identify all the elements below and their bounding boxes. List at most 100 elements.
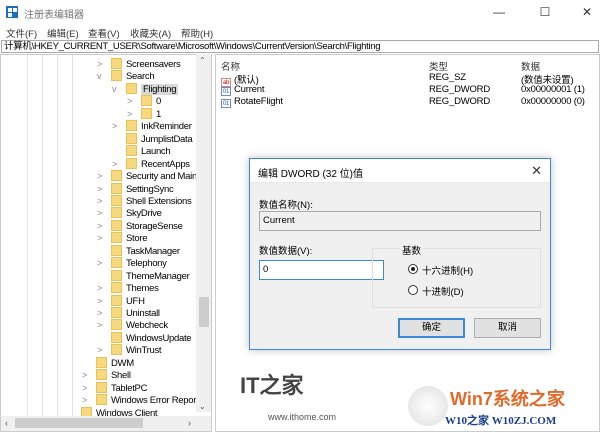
regedit-app-icon — [6, 6, 18, 18]
address-bar[interactable]: 计算机\HKEY_CURRENT_USER\Software\Microsoft… — [1, 40, 599, 53]
chevron-right-icon[interactable]: > — [97, 257, 102, 269]
tree-item[interactable]: > Security and Mainte — [97, 170, 205, 182]
folder-icon — [111, 257, 122, 269]
tree-item[interactable]: > Store — [97, 232, 148, 244]
chevron-right-icon[interactable]: > — [127, 95, 132, 107]
chevron-right-icon[interactable]: > — [127, 108, 132, 120]
tree-item[interactable]: > Uninstall — [97, 307, 160, 319]
column-header-data[interactable]: 数据 — [521, 59, 540, 73]
chevron-right-icon[interactable]: > — [97, 282, 102, 294]
minimize-button[interactable]: — — [484, 3, 514, 21]
value-name-label: 数值名称(N): — [259, 200, 313, 211]
tree-item-label: InkReminder — [141, 121, 192, 133]
tree-item[interactable]: > Webcheck — [97, 319, 168, 331]
chevron-right-icon[interactable]: > — [97, 319, 102, 331]
dec-label[interactable]: 十进制(D) — [422, 284, 464, 298]
tree-item[interactable]: Launch — [126, 145, 171, 157]
tree-item[interactable]: > Themes — [97, 282, 159, 294]
chevron-right-icon[interactable]: > — [82, 394, 87, 406]
ok-button[interactable]: 确定 — [398, 318, 465, 338]
close-button[interactable]: ✕ — [572, 3, 600, 21]
tree-item[interactable]: > TabletPC — [82, 381, 147, 394]
chevron-down-icon[interactable]: v — [97, 70, 102, 82]
tree-item[interactable]: > SettingSync — [97, 182, 174, 195]
column-header-name[interactable]: 名称 — [221, 59, 240, 73]
tree-item[interactable]: > Telephony — [97, 257, 167, 269]
scroll-down-icon[interactable]: ⌄ — [199, 402, 206, 411]
tree-item-label: StorageSense — [126, 220, 183, 232]
list-row[interactable]: 01 Current — [221, 84, 264, 96]
tree-item[interactable]: ThemeManager — [111, 269, 190, 282]
tree-item[interactable]: JumplistData — [126, 132, 193, 145]
chevron-right-icon[interactable]: > — [82, 369, 87, 381]
tree-item[interactable]: > WinTrust — [97, 344, 162, 356]
dialog-close-button[interactable]: ✕ — [531, 163, 542, 179]
cancel-button[interactable]: 取消 — [474, 318, 541, 338]
tree-item[interactable]: > InkReminder — [112, 120, 192, 133]
tree-item[interactable]: v Flighting — [112, 82, 179, 95]
tree-item-label: Flighting — [141, 83, 179, 95]
chevron-right-icon[interactable]: > — [112, 120, 117, 132]
tree-item[interactable]: > Shell — [82, 369, 131, 381]
tree-item[interactable]: > Shell Extensions — [97, 194, 192, 207]
chevron-right-icon[interactable]: > — [112, 158, 117, 170]
tree-hscroll-thumb[interactable] — [15, 418, 143, 428]
chevron-down-icon[interactable]: v — [112, 83, 117, 95]
chevron-right-icon[interactable]: > — [97, 220, 102, 232]
hex-label[interactable]: 十六进制(H) — [422, 263, 473, 277]
dialog-title-bar: 编辑 DWORD (32 位)值 ✕ — [250, 159, 550, 183]
tree-item[interactable]: >1 — [127, 107, 161, 120]
tree-item-label: TaskManager — [126, 245, 180, 257]
folder-icon — [111, 170, 122, 182]
chevron-right-icon[interactable]: > — [97, 307, 102, 319]
binary-value-icon: 01 — [221, 99, 231, 108]
menu-favorites[interactable]: 收藏夹(A) — [130, 26, 171, 40]
tree-scroll-thumb[interactable] — [199, 297, 209, 327]
tree-vertical-scrollbar[interactable] — [196, 54, 211, 412]
chevron-right-icon[interactable]: > — [97, 344, 102, 356]
chevron-right-icon[interactable]: > — [82, 382, 87, 394]
tree-item[interactable]: DWM — [96, 356, 134, 369]
tree-item[interactable]: TaskManager — [111, 244, 180, 257]
tree-item[interactable]: >0 — [127, 95, 161, 107]
chevron-right-icon[interactable]: > — [97, 183, 102, 195]
column-header-type[interactable]: 类型 — [429, 59, 448, 73]
tree-item[interactable]: > StorageSense — [97, 219, 183, 232]
value-data-input[interactable]: 0 — [259, 260, 384, 280]
tree-item[interactable]: > RecentApps — [112, 157, 190, 170]
scroll-up-icon[interactable]: ⌃ — [199, 56, 206, 65]
tree-item[interactable]: > UFH — [97, 294, 145, 307]
tree-item[interactable]: v Search — [97, 70, 155, 82]
tree-item[interactable]: > Screensavers — [97, 58, 181, 70]
tree-item-label: SkyDrive — [126, 208, 162, 220]
scroll-left-icon[interactable]: ‹ — [5, 418, 8, 428]
dec-radio[interactable] — [408, 285, 418, 295]
title-bar: 注册表编辑器 — ☐ ✕ — [0, 0, 600, 24]
value-type: REG_DWORD — [429, 96, 491, 107]
chevron-right-icon[interactable]: > — [97, 58, 102, 70]
hex-radio[interactable] — [408, 264, 418, 274]
list-row[interactable]: 01 RotateFlight — [221, 96, 283, 108]
maximize-button[interactable]: ☐ — [530, 3, 560, 21]
tree-item-label: 1 — [156, 108, 161, 120]
chevron-right-icon[interactable]: > — [97, 170, 102, 182]
menu-file[interactable]: 文件(F) — [6, 26, 37, 40]
scroll-right-icon[interactable]: › — [188, 418, 191, 428]
menu-edit[interactable]: 编辑(E) — [47, 26, 79, 40]
chevron-right-icon[interactable]: > — [97, 295, 102, 307]
tree-item[interactable]: > Windows Error Reportin — [82, 394, 206, 407]
ithome-url: www.ithome.com — [268, 412, 337, 422]
base-label: 基数 — [400, 243, 424, 257]
tree-item[interactable]: > SkyDrive — [97, 207, 162, 220]
folder-icon — [111, 319, 122, 331]
chevron-right-icon[interactable]: > — [97, 232, 102, 244]
menu-view[interactable]: 查看(V) — [88, 26, 120, 40]
folder-icon — [111, 232, 122, 244]
chevron-right-icon[interactable]: > — [97, 207, 102, 219]
chevron-right-icon[interactable]: > — [97, 195, 102, 207]
registry-tree[interactable]: > Screensavers v Search v Flighting >0 >1 > InkRe… — [0, 54, 212, 432]
tree-item-label: Windows Error Reportin — [111, 395, 206, 407]
menu-help[interactable]: 帮助(H) — [181, 26, 213, 40]
tree-item[interactable]: WindowsUpdate — [111, 331, 192, 344]
windows-logo-icon — [408, 386, 448, 426]
